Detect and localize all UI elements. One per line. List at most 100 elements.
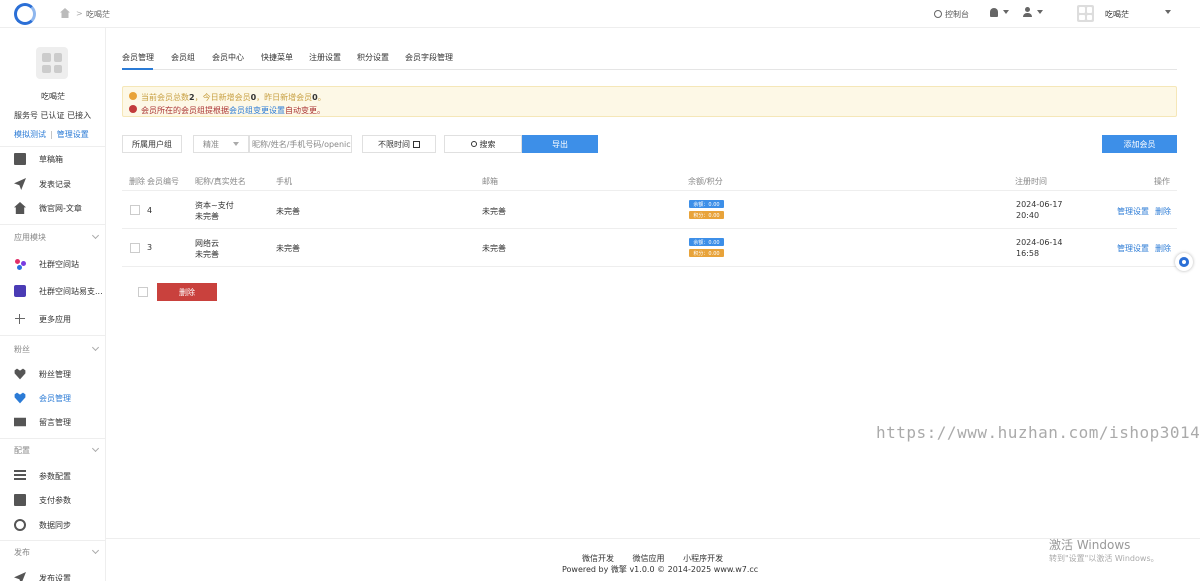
balance-badge: 余额：0.00: [689, 238, 724, 246]
windows-activation-subtitle: 转到"设置"以激活 Windows。: [1049, 554, 1159, 563]
tab-register-settings[interactable]: 注册设置: [309, 52, 341, 63]
mail-icon: [14, 417, 26, 427]
tab-member-groups[interactable]: 会员组: [171, 52, 195, 63]
draft-icon: [14, 153, 26, 165]
group-apps[interactable]: 应用模块: [0, 229, 106, 245]
table-row: 4 资本~支付 未完善 未完善 未完善 余额：0.00 积分：0.00 2024…: [122, 192, 1177, 229]
footer: 微信开发 微信应用 小程序开发 Powered by 微擎 v1.0.0 © 2…: [106, 538, 1200, 581]
sidebar-item-website-articles[interactable]: 微官网-文章: [0, 197, 106, 219]
member-group-notice: 会员所在的会员组提根据会员组变更设置自动变更。: [129, 105, 325, 116]
add-member-button[interactable]: 添加会员: [1102, 135, 1177, 153]
tab-quick-menu[interactable]: 快捷菜单: [261, 52, 293, 63]
footer-link[interactable]: 微信开发: [582, 554, 614, 563]
tab-points-settings[interactable]: 积分设置: [357, 52, 389, 63]
group-config[interactable]: 配置: [0, 442, 106, 458]
manage-settings-link[interactable]: 管理设置: [1117, 206, 1149, 217]
divider: [0, 224, 106, 225]
delete-link[interactable]: 删除: [1155, 243, 1171, 254]
time-range-picker[interactable]: 不限时间: [362, 135, 436, 153]
search-button[interactable]: 搜索: [444, 135, 522, 153]
float-chat-icon[interactable]: [1175, 253, 1193, 271]
warning-icon: [129, 92, 137, 100]
sidebar-item-community[interactable]: 社群空间站: [0, 253, 106, 275]
breadcrumb-separator: >: [76, 9, 83, 18]
windows-activation-title: 激活 Windows: [1049, 538, 1131, 552]
sidebar-item-fans[interactable]: 粉丝管理: [0, 363, 106, 385]
search-input[interactable]: 昵称/姓名/手机号码/openic: [249, 135, 352, 153]
sync-icon: [14, 519, 26, 531]
tab-member-center[interactable]: 会员中心: [212, 52, 244, 63]
chevron-down-icon[interactable]: [1037, 10, 1043, 14]
copyright: Powered by 微擎 v1.0.0 © 2014-2025 www.w7.…: [562, 565, 759, 574]
sidebar-item-messages[interactable]: 留言管理: [0, 411, 106, 433]
watermark: https://www.huzhan.com/ishop30143: [876, 423, 1200, 442]
group-change-settings-link[interactable]: 会员组变更设置: [229, 106, 285, 115]
footer-links: 微信开发 微信应用 小程序开发: [582, 553, 739, 564]
delete-link[interactable]: 删除: [1155, 206, 1171, 217]
search-icon: [470, 141, 477, 147]
sidebar-item-members[interactable]: 会员管理: [0, 387, 106, 409]
user-group-select[interactable]: 所属用户组: [122, 135, 182, 153]
chevron-down-icon: [91, 231, 100, 240]
select-all-checkbox[interactable]: [138, 287, 148, 297]
breadcrumb[interactable]: 吃喝茫: [86, 9, 110, 20]
bulk-delete-button[interactable]: 删除: [157, 283, 217, 301]
console-icon: [934, 10, 942, 18]
member-stats-notice: 当前会员总数2，今日新增会员0，昨日新增会员0。: [129, 92, 326, 103]
console-link[interactable]: 控制台: [934, 9, 969, 20]
bell-icon[interactable]: [990, 8, 998, 17]
divider: [0, 438, 106, 439]
row-checkbox[interactable]: [130, 205, 140, 215]
tab-member-fields[interactable]: 会员字段管理: [405, 52, 453, 63]
calendar-icon: [413, 140, 420, 148]
account-avatar[interactable]: [1077, 5, 1094, 22]
heart-icon: [14, 392, 26, 404]
account-name: 吃喝茫: [41, 92, 65, 101]
manage-settings-link[interactable]: 管理设置: [57, 130, 89, 139]
notice-box: 当前会员总数2，今日新增会员0，昨日新增会员0。 会员所在的会员组提根据会员组变…: [122, 86, 1177, 117]
top-bar: > 吃喝茫 控制台 吃喝茫: [0, 0, 1200, 28]
chevron-down-icon: [233, 142, 239, 146]
group-publish[interactable]: 发布: [0, 544, 106, 560]
card-icon: [14, 494, 26, 506]
chevron-down-icon: [91, 444, 100, 453]
alert-icon: [129, 105, 137, 113]
app-icon: [14, 285, 26, 297]
sidebar-item-params[interactable]: 参数配置: [0, 465, 106, 487]
user-icon[interactable]: [1023, 7, 1032, 17]
sidebar-item-sync[interactable]: 数据同步: [0, 514, 106, 536]
chevron-down-icon: [91, 343, 100, 352]
tab-member-management[interactable]: 会员管理: [122, 52, 154, 63]
sidebar-item-payment[interactable]: 支付参数: [0, 489, 106, 511]
account-links: 模拟测试 | 管理设置: [14, 130, 89, 139]
group-fans[interactable]: 粉丝: [0, 341, 106, 357]
home-icon: [14, 202, 26, 214]
table-header: 删除 会员编号 昵称/真实姓名 手机 邮箱 余额/积分 注册时间 操作: [122, 172, 1177, 191]
points-badge: 积分：0.00: [689, 249, 724, 257]
community-icon: [14, 258, 26, 270]
divider: [0, 146, 106, 147]
home-icon[interactable]: [60, 8, 70, 18]
sidebar-item-publish-records[interactable]: 发表记录: [0, 173, 106, 195]
sidebar-item-community-pay[interactable]: 社群空间站易支...: [0, 280, 106, 302]
row-checkbox[interactable]: [130, 243, 140, 253]
active-tab-indicator: [122, 68, 153, 70]
account-status: 服务号 已认证 已接入: [14, 111, 92, 120]
sidebar-item-more-apps[interactable]: 更多应用: [0, 308, 106, 330]
chevron-down-icon[interactable]: [1165, 10, 1171, 14]
account-name[interactable]: 吃喝茫: [1105, 9, 1129, 20]
simulate-test-link[interactable]: 模拟测试: [14, 130, 46, 139]
match-mode-select[interactable]: 精准: [193, 135, 249, 153]
footer-link[interactable]: 微信应用: [633, 554, 665, 563]
divider: [0, 540, 106, 541]
chevron-down-icon[interactable]: [1003, 10, 1009, 14]
send-icon: [14, 572, 26, 581]
sidebar-item-publish-settings[interactable]: 发布设置: [0, 567, 106, 581]
logo-icon[interactable]: [14, 3, 36, 25]
export-button[interactable]: 导出: [522, 135, 598, 153]
balance-badge: 余额：0.00: [689, 200, 724, 208]
sidebar-item-drafts[interactable]: 草稿箱: [0, 148, 106, 170]
manage-settings-link[interactable]: 管理设置: [1117, 243, 1149, 254]
footer-link[interactable]: 小程序开发: [683, 554, 723, 563]
send-icon: [14, 178, 26, 190]
